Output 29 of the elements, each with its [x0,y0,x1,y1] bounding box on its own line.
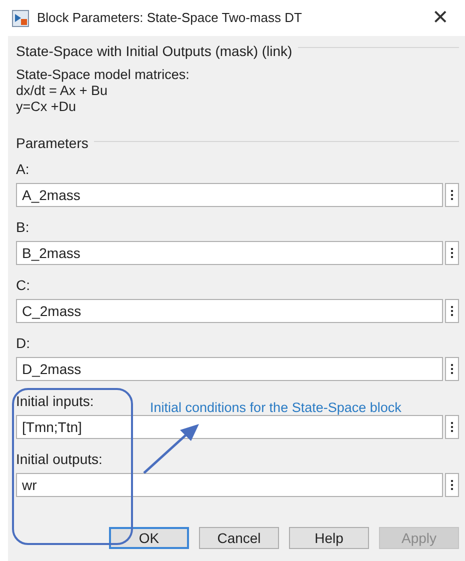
more-options-button[interactable] [445,473,459,497]
dialog-button[interactable]: Cancel [199,527,279,549]
dialog-button[interactable]: OK [109,527,189,549]
annotation-text: Initial conditions for the State-Space block [150,399,402,417]
input-field[interactable]: C_2mass [16,299,443,323]
description-line: y=Cx +Du [16,99,78,115]
input-field[interactable]: wr [16,473,443,497]
field-label: Initial inputs: [16,392,94,410]
more-options-button[interactable] [445,415,459,439]
app-icon [12,10,29,26]
description-line: dx/dt = Ax + Bu [16,83,109,99]
input-field[interactable]: D_2mass [16,357,443,381]
field-label: Initial outputs: [16,450,102,468]
window-title: Block Parameters: State-Space Two-mass DT [37,9,302,28]
more-options-button[interactable] [445,183,459,207]
field-label: C: [16,276,30,294]
field-label: D: [16,334,30,352]
input-field[interactable]: [Tmn;Ttn] [16,415,443,439]
input-field[interactable]: B_2mass [16,241,443,265]
more-options-button[interactable] [445,241,459,265]
field-label: A: [16,160,30,178]
more-options-button[interactable] [445,299,459,323]
more-options-button[interactable] [445,357,459,381]
annotation-arrow [141,422,201,476]
field-label: B: [16,218,30,236]
input-field[interactable]: A_2mass [16,183,443,207]
description-line: State-Space model matrices: [16,67,190,83]
dialog-button[interactable]: Help [289,527,369,549]
close-button[interactable]: ✕ [426,8,455,28]
